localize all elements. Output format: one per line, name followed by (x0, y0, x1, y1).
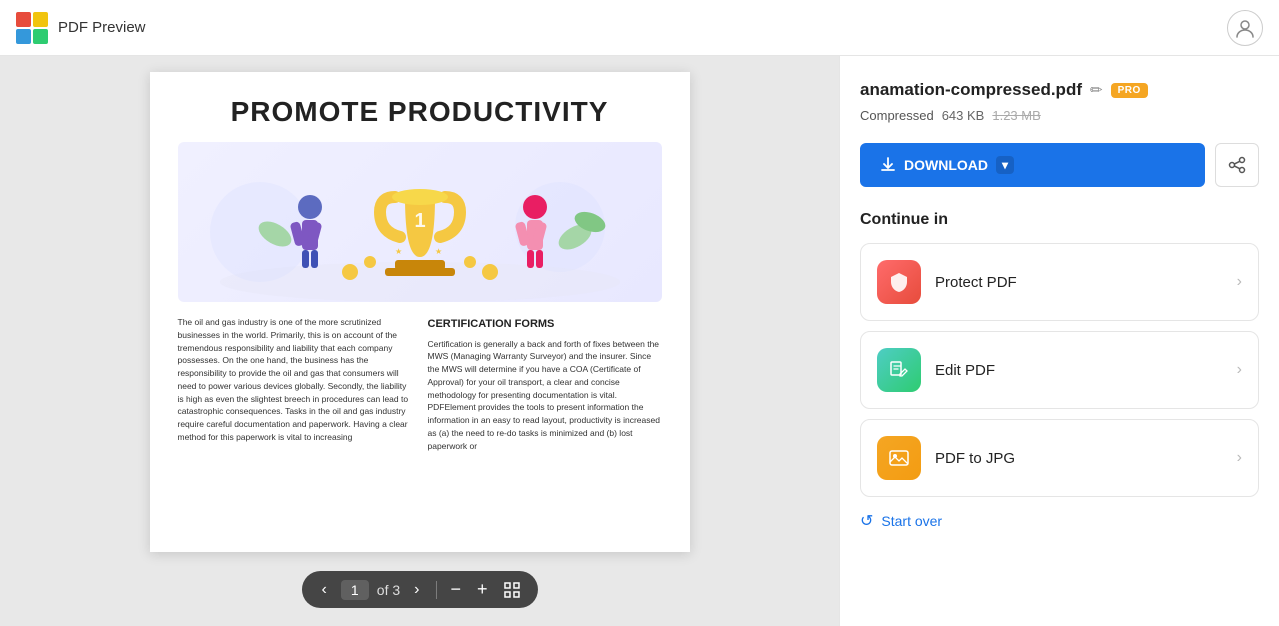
pdf-title: PROMOTE PRODUCTIVITY (178, 96, 662, 128)
pdf-to-jpg-card[interactable]: PDF to JPG › (860, 419, 1259, 497)
logo-cell-blue (16, 29, 31, 44)
zoom-out-button[interactable]: − (446, 577, 465, 602)
next-page-button[interactable]: › (408, 579, 425, 601)
pagination-bar: ‹ of 3 › − + (301, 571, 537, 608)
compressed-label: Compressed (860, 108, 934, 123)
sidebar: anamation-compressed.pdf ✏ PRO Compresse… (839, 56, 1279, 626)
protect-pdf-label: Protect PDF (935, 274, 1223, 291)
share-icon (1228, 156, 1246, 174)
image-icon (888, 447, 910, 469)
pdf-left-column: The oil and gas industry is one of the m… (178, 316, 412, 452)
pdf-section-title: CERTIFICATION FORMS (428, 316, 662, 333)
download-chevron-icon[interactable]: ▾ (996, 156, 1014, 174)
page-number-input[interactable] (341, 580, 369, 600)
edit-pdf-icon (877, 348, 921, 392)
page-total: of 3 (377, 582, 400, 598)
logo-cell-green (33, 29, 48, 44)
download-label: DOWNLOAD (904, 157, 988, 173)
file-name: anamation-compressed.pdf (860, 80, 1082, 100)
pdf-body-left-text: The oil and gas industry is one of the m… (178, 316, 412, 444)
header-left: PDF Preview (16, 12, 146, 44)
start-over-icon: ↺ (860, 511, 873, 531)
pdf-to-jpg-label: PDF to JPG (935, 450, 1223, 467)
file-name-row: anamation-compressed.pdf ✏ PRO (860, 80, 1259, 100)
header: PDF Preview (0, 0, 1279, 56)
edit-pdf-chevron-icon: › (1237, 361, 1242, 379)
protect-pdf-card[interactable]: Protect PDF › (860, 243, 1259, 321)
start-over-row[interactable]: ↺ Start over (860, 511, 1259, 531)
pdf-right-column: CERTIFICATION FORMS Certification is gen… (428, 316, 662, 452)
file-size: 643 KB (942, 108, 985, 123)
share-button[interactable] (1215, 143, 1259, 187)
protect-pdf-chevron-icon: › (1237, 273, 1242, 291)
logo-cell-yellow (33, 12, 48, 27)
pagination-divider (435, 581, 436, 599)
pdf-illustration: 1 ★ ★ ★ (178, 142, 662, 302)
pdf-page: PROMOTE PRODUCTIVITY 1 (150, 72, 690, 552)
main-content: PROMOTE PRODUCTIVITY 1 (0, 56, 1279, 626)
download-icon (880, 157, 896, 173)
zoom-in-button[interactable]: + (473, 577, 492, 602)
protect-pdf-icon (877, 260, 921, 304)
pdf-body-right-text: Certification is generally a back and fo… (428, 338, 662, 453)
pdf-to-jpg-icon (877, 436, 921, 480)
download-row: DOWNLOAD ▾ (860, 143, 1259, 187)
user-avatar-button[interactable] (1227, 10, 1263, 46)
shield-icon (887, 270, 911, 294)
user-icon (1234, 17, 1256, 39)
app-title: PDF Preview (58, 19, 146, 36)
prev-page-button[interactable]: ‹ (315, 579, 332, 601)
svg-text:★: ★ (435, 247, 442, 256)
fit-icon (504, 582, 520, 598)
edit-pdf-card[interactable]: Edit PDF › (860, 331, 1259, 409)
pdf-to-jpg-chevron-icon: › (1237, 449, 1242, 467)
logo-cell-red (16, 12, 31, 27)
file-size-original: 1.23 MB (992, 108, 1040, 123)
edit-pdf-label: Edit PDF (935, 362, 1223, 379)
svg-text:1: 1 (414, 210, 425, 232)
app-logo (16, 12, 48, 44)
fit-page-button[interactable] (500, 580, 524, 600)
trophy-illustration: 1 ★ ★ ★ (180, 142, 660, 302)
pdf-body: The oil and gas industry is one of the m… (178, 316, 662, 452)
pdf-area: PROMOTE PRODUCTIVITY 1 (0, 56, 839, 626)
pro-badge: PRO (1111, 83, 1148, 98)
edit-filename-icon[interactable]: ✏ (1090, 81, 1103, 99)
download-button[interactable]: DOWNLOAD ▾ (860, 143, 1205, 187)
svg-text:★: ★ (395, 247, 402, 256)
file-meta: Compressed 643 KB 1.23 MB (860, 108, 1259, 123)
start-over-label: Start over (881, 513, 942, 529)
edit-icon (888, 359, 910, 381)
svg-text:★: ★ (415, 250, 422, 259)
continue-in-label: Continue in (860, 211, 1259, 229)
